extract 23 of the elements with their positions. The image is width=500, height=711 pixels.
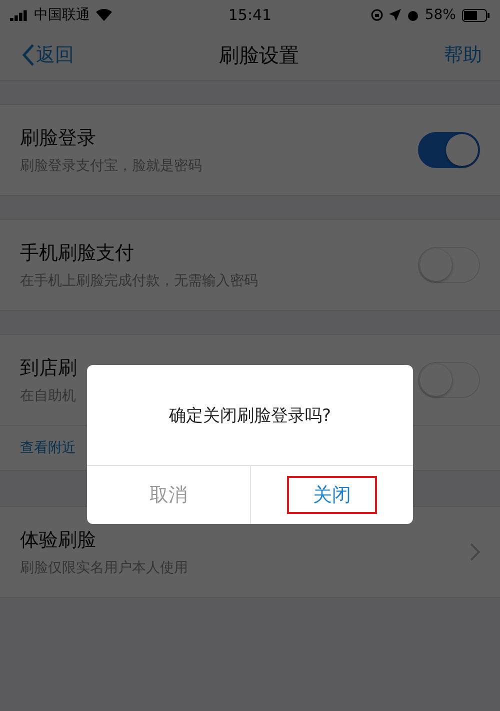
chevron-right-icon xyxy=(470,543,480,561)
close-button[interactable]: 关闭 xyxy=(287,476,377,514)
back-button[interactable]: 返回 xyxy=(22,42,74,68)
back-label[interactable]: 返回 xyxy=(36,42,74,68)
setting-title: 手机刷脸支付 xyxy=(20,241,135,266)
wifi-icon xyxy=(96,9,112,21)
toggle-switch[interactable] xyxy=(418,132,480,168)
back-chevron-icon xyxy=(22,44,34,66)
rotation-lock-icon xyxy=(370,9,383,21)
carrier-name: 中国联通 xyxy=(34,6,90,24)
clock-time: 15:41 xyxy=(228,6,272,24)
page-title: 刷脸设置 xyxy=(219,42,299,68)
cancel-button[interactable]: 取消 xyxy=(124,476,214,514)
help-link[interactable]: 帮助 xyxy=(444,42,482,68)
location-arrow-icon xyxy=(388,9,401,21)
battery-percent: 58% xyxy=(424,7,456,23)
setting-title: 刷脸登录 xyxy=(20,126,97,151)
battery-icon xyxy=(462,8,490,22)
signal-icon xyxy=(10,10,28,20)
dialog-message: 确定关闭刷脸登录吗? xyxy=(168,404,332,426)
setting-title: 体验刷脸 xyxy=(20,528,97,553)
setting-title: 到店刷 xyxy=(20,356,77,381)
alarm-icon xyxy=(406,9,419,21)
